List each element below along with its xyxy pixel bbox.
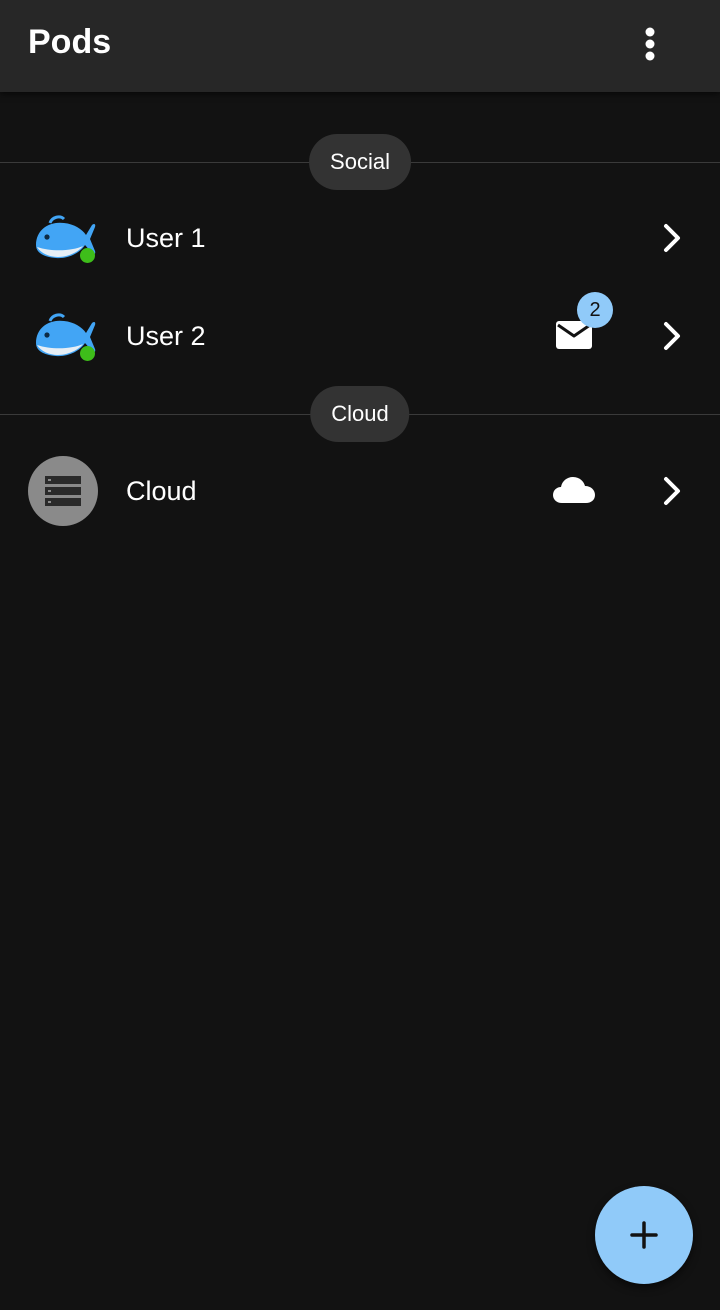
section-chip-cloud: Cloud <box>310 386 410 442</box>
online-status-dot <box>80 248 95 263</box>
server-avatar <box>28 456 98 526</box>
pod-list: Social User 1 User 2 2 Cloud Cloud <box>0 92 720 1310</box>
overflow-menu-button[interactable] <box>624 18 676 70</box>
section-header-social: Social <box>0 134 720 190</box>
list-item-label: User 2 <box>126 321 206 351</box>
online-status-dot <box>80 346 95 361</box>
server-icon <box>45 476 81 506</box>
section-header-cloud: Cloud <box>0 386 720 442</box>
more-vert-icon <box>645 27 655 61</box>
add-pod-button[interactable] <box>595 1186 693 1284</box>
list-item-user-1[interactable]: User 1 <box>0 190 720 286</box>
list-item-cloud[interactable]: Cloud <box>0 443 720 539</box>
cloud-icon <box>553 477 595 503</box>
section-chip-social: Social <box>309 134 411 190</box>
chevron-right-icon <box>664 322 680 350</box>
list-item-user-2[interactable]: User 2 2 <box>0 288 720 384</box>
unread-count-badge: 2 <box>577 292 613 328</box>
chevron-right-icon <box>664 477 680 505</box>
add-icon <box>630 1221 658 1249</box>
page-title: Pods <box>28 23 112 61</box>
list-item-label: User 1 <box>126 223 206 253</box>
app-bar: Pods <box>0 0 720 92</box>
chevron-right-icon <box>664 224 680 252</box>
list-item-label: Cloud <box>126 476 197 506</box>
